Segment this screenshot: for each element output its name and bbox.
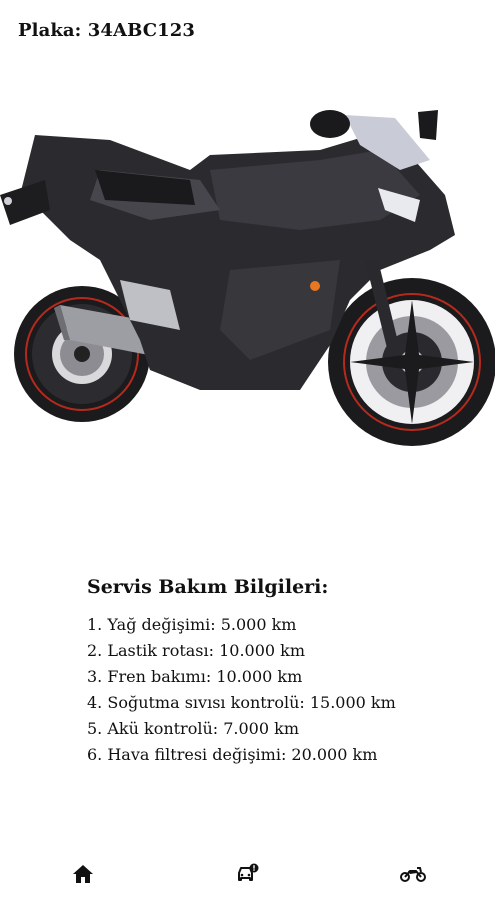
service-title: Servis Bakım Bilgileri: [87,576,329,598]
service-item: 1. Yağ değişimi: 5.000 km [87,615,297,634]
service-item: 3. Fren bakımı: 10.000 km [87,667,303,686]
home-icon [72,865,93,883]
service-info-section: Servis Bakım Bilgileri: 1. Yağ değişimi:… [87,576,477,768]
car-service-icon [237,863,258,881]
front-wheel [328,278,495,446]
service-item: 4. Soğutma sıvısı kontrolü: 15.000 km [87,693,396,712]
service-item: 2. Lastik rotası: 10.000 km [87,641,306,660]
motorcycle-icon [399,867,426,882]
nav-home[interactable] [43,854,123,894]
bottom-navigation [0,844,495,904]
service-item: 6. Hava filtresi değişimi: 20.000 km [87,745,378,764]
service-list: 1. Yağ değişimi: 5.000 km 2. Lastik rota… [87,612,477,768]
service-item: 5. Akü kontrolü: 7.000 km [87,719,299,738]
nav-car-service[interactable] [208,854,288,894]
plate-label: Plaka: 34ABC123 [18,20,196,41]
motorcycle-image [0,100,495,450]
nav-motorcycle[interactable] [373,854,453,894]
